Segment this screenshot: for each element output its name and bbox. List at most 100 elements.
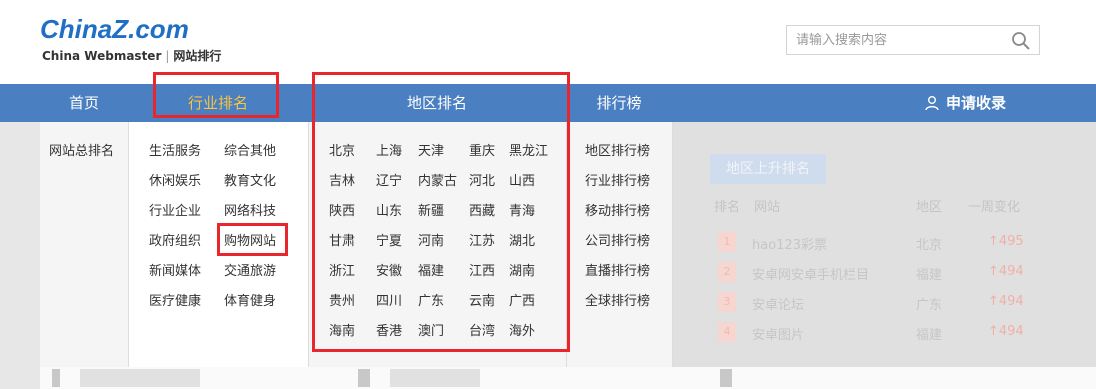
menu-link-region[interactable]: 浙江 [329, 264, 355, 280]
panel-title: 地区上升排名 [710, 154, 826, 184]
menu-link-region[interactable]: 河南 [418, 234, 444, 250]
menu-link-region[interactable]: 河北 [469, 174, 495, 190]
menu-link-industry[interactable]: 新闻媒体 [149, 264, 201, 280]
panel-rank-num: 3 [718, 292, 736, 312]
menu-link-region[interactable]: 福建 [418, 264, 444, 280]
menu-link-region[interactable]: 四川 [376, 294, 402, 310]
menu-link-region[interactable]: 广东 [418, 294, 444, 310]
page: ChinaZ.com China Webmaster|网站排行 首页 行业排名 … [0, 0, 1096, 389]
panel-site-name[interactable]: 安卓图片 [752, 324, 804, 343]
panel-area: 广东 [916, 298, 943, 313]
menu-divider [308, 122, 309, 367]
menu-link-region[interactable]: 辽宁 [376, 174, 402, 190]
menu-link-industry[interactable]: 综合其他 [224, 144, 276, 160]
menu-link-region[interactable]: 陕西 [329, 204, 355, 220]
nav-rank-lists[interactable]: 排行榜 [566, 84, 672, 122]
main-nav: 首页 行业排名 地区排名 排行榜 申请收录 [0, 84, 1096, 122]
menu-link-region[interactable]: 山东 [376, 204, 402, 220]
search-input[interactable] [787, 26, 1007, 54]
page-content-behind [40, 367, 1096, 389]
nav-industry-rank[interactable]: 行业排名 [128, 84, 308, 122]
menu-link-industry[interactable]: 交通旅游 [224, 264, 276, 280]
logo[interactable]: ChinaZ.com China Webmaster | 网站排行 [40, 14, 240, 64]
menu-link-industry[interactable]: 体育健身 [224, 294, 276, 310]
search-box [786, 25, 1040, 55]
menu-link-region[interactable]: 重庆 [469, 144, 495, 160]
panel-change: ↑494 [988, 264, 1024, 279]
menu-link-region[interactable]: 宁夏 [376, 234, 402, 250]
panel-site-name[interactable]: 安卓论坛 [752, 294, 804, 313]
user-icon [925, 96, 939, 111]
panel-change: ↑494 [988, 324, 1024, 339]
menu-link-region[interactable]: 江苏 [469, 234, 495, 250]
menu-link-region[interactable]: 云南 [469, 294, 495, 310]
menu-link-region[interactable]: 贵州 [329, 294, 355, 310]
menu-link-region[interactable]: 青海 [509, 204, 535, 220]
menu-link-region[interactable]: 台湾 [469, 324, 495, 340]
menu-link-rank-list[interactable]: 全球排行榜 [585, 294, 650, 310]
menu-link-region[interactable]: 安徽 [376, 264, 402, 280]
panel-row: 3 安卓论坛 广东 ↑494 [712, 290, 1042, 314]
panel-rank-num: 4 [718, 322, 736, 342]
panel-change: ↑494 [988, 294, 1024, 309]
menu-link-industry[interactable]: 教育文化 [224, 174, 276, 190]
panel-head-site: 网站 [754, 200, 781, 215]
menu-col-rank-lists: 地区排行榜行业排行榜移动排行榜公司排行榜直播排行榜全球排行榜 [566, 122, 672, 367]
menu-link-region[interactable]: 上海 [376, 144, 402, 160]
panel-row: 2 安卓网安卓手机栏目 福建 ↑494 [712, 260, 1042, 284]
content-fragment [80, 369, 200, 387]
menu-link-region[interactable]: 吉林 [329, 174, 355, 190]
menu-link-region[interactable]: 海南 [329, 324, 355, 340]
apply-listing-label: 申请收录 [945, 94, 1006, 112]
menu-link-region[interactable]: 西藏 [469, 204, 495, 220]
menu-link-industry[interactable]: 网络科技 [224, 204, 276, 220]
nav-home[interactable]: 首页 [40, 84, 128, 122]
content-fragment [720, 369, 732, 387]
panel-head-change: 一周变化 [968, 200, 1021, 215]
menu-link-region[interactable]: 内蒙古 [418, 174, 457, 190]
panel-area: 福建 [916, 268, 943, 283]
menu-link-industry[interactable]: 休闲娱乐 [149, 174, 201, 190]
menu-link-region[interactable]: 新疆 [418, 204, 444, 220]
menu-link-rank-list[interactable]: 公司排行榜 [585, 234, 650, 250]
menu-link-industry[interactable]: 政府组织 [149, 234, 201, 250]
menu-link-region[interactable]: 澳门 [418, 324, 444, 340]
menu-link-industry[interactable]: 医疗健康 [149, 294, 201, 310]
menu-link-region[interactable]: 湖北 [509, 234, 535, 250]
menu-link-region[interactable]: 山西 [509, 174, 535, 190]
region-rising-panel: 地区上升排名 排名 网站 地区 一周变化 1 hao123彩票 北京 ↑495 2 安卓网… [672, 122, 1096, 367]
menu-link-rank-list[interactable]: 直播排行榜 [585, 264, 650, 280]
menu-col-site-rank: 网站总排名 [40, 122, 128, 367]
menu-link-region[interactable]: 天津 [418, 144, 444, 160]
panel-site-name[interactable]: 安卓网安卓手机栏目 [752, 264, 869, 283]
menu-link-region[interactable]: 海外 [509, 324, 535, 340]
panel-site-name[interactable]: hao123彩票 [752, 234, 827, 253]
menu-link-site-total[interactable]: 网站总排名 [49, 144, 114, 160]
content-fragment [358, 369, 370, 387]
menu-link-rank-list[interactable]: 移动排行榜 [585, 204, 650, 220]
menu-link-region[interactable]: 湖南 [509, 264, 535, 280]
apply-listing-link[interactable]: 申请收录 [910, 84, 1020, 122]
menu-link-region[interactable]: 北京 [329, 144, 355, 160]
menu-link-region[interactable]: 江西 [469, 264, 495, 280]
panel-rank-num: 2 [718, 262, 736, 282]
dropdown-menu: 网站总排名 生活服务 综合其他休闲娱乐 教育文化行业企业 网络科技政府组织 购物网站新闻… [0, 122, 1096, 389]
panel-row: 1 hao123彩票 北京 ↑495 [712, 230, 1042, 254]
menu-link-rank-list[interactable]: 行业排行榜 [585, 174, 650, 190]
panel-head-area: 地区 [916, 200, 943, 215]
menu-link-region[interactable]: 广西 [509, 294, 535, 310]
search-icon[interactable] [1011, 31, 1031, 51]
nav-region-rank[interactable]: 地区排名 [308, 84, 566, 122]
menu-link-industry[interactable]: 生活服务 [149, 144, 201, 160]
menu-link-industry[interactable]: 购物网站 [224, 234, 276, 250]
menu-link-region[interactable]: 香港 [376, 324, 402, 340]
menu-link-region[interactable]: 甘肃 [329, 234, 355, 250]
content-fragment [390, 369, 480, 387]
logo-wordmark: ChinaZ.com [40, 14, 189, 44]
menu-link-region[interactable]: 黑龙江 [509, 144, 548, 160]
menu-link-industry[interactable]: 行业企业 [149, 204, 201, 220]
menu-link-rank-list[interactable]: 地区排行榜 [585, 144, 650, 160]
panel-row: 4 安卓图片 福建 ↑494 [712, 320, 1042, 344]
menu-col-region: 北京 上海 天津 重庆 黑龙江吉林 辽宁 内蒙古 河北 山西陕西 山东 新疆 西藏 青海甘肃 宁夏 河南 江苏… [308, 122, 566, 367]
header: ChinaZ.com China Webmaster | 网站排行 [0, 0, 1096, 84]
